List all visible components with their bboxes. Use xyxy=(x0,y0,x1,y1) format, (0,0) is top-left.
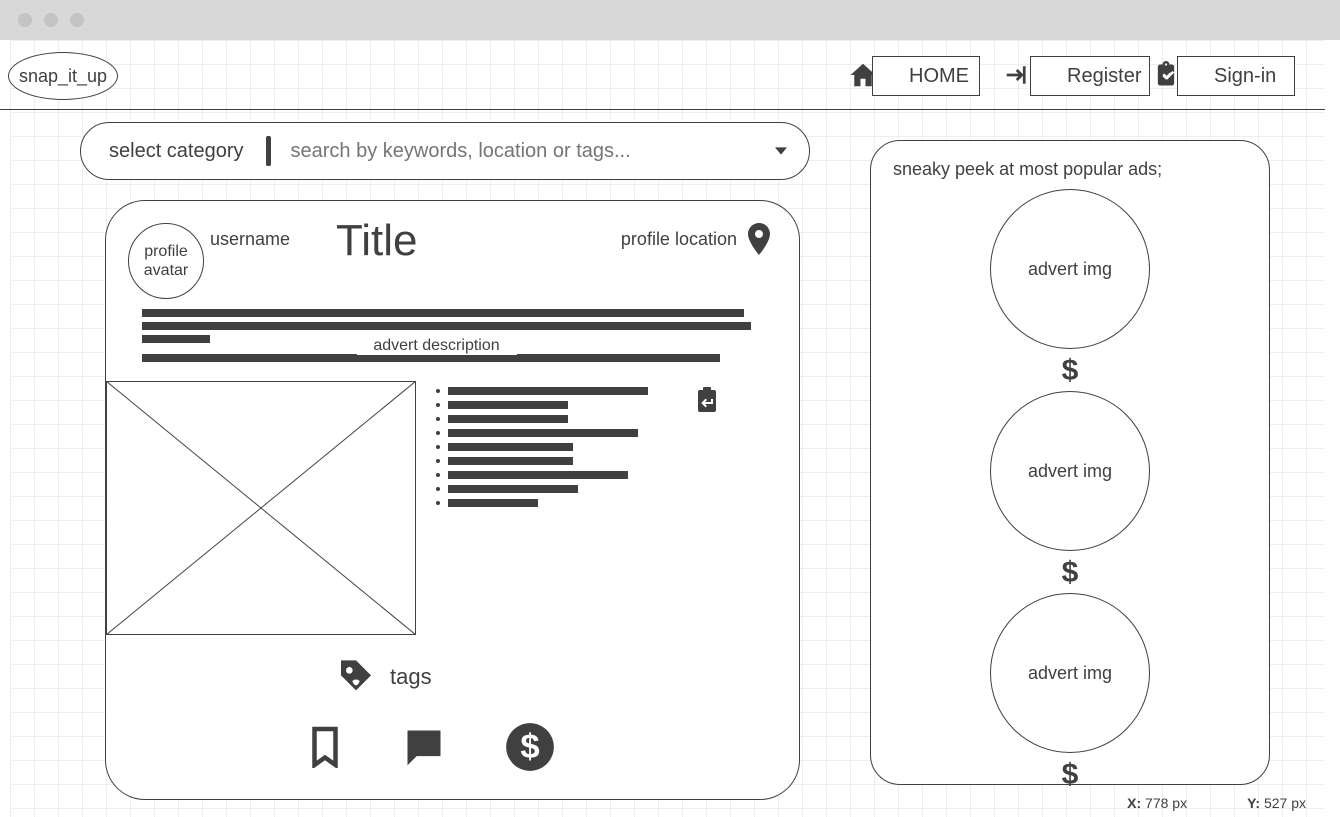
advert-image-circle: advert img xyxy=(990,189,1150,349)
description-label: advert description xyxy=(357,337,517,355)
search-input[interactable] xyxy=(291,140,809,163)
logo[interactable]: snap_it_up xyxy=(8,52,118,100)
popular-ad-item[interactable]: advert img $ xyxy=(871,593,1269,789)
bookmark-icon[interactable] xyxy=(306,726,344,768)
profile-avatar[interactable]: profile avatar xyxy=(128,223,204,299)
register-label: Register xyxy=(1067,65,1141,88)
window-dot xyxy=(70,13,84,27)
profile-location-label: profile location xyxy=(621,229,737,250)
svg-text:$: $ xyxy=(1062,557,1079,587)
y-value: 527 px xyxy=(1264,795,1306,811)
advert-image-circle: advert img xyxy=(990,593,1150,753)
sidebar-title: sneaky peek at most popular ads; xyxy=(893,159,1162,180)
logo-text: snap_it_up xyxy=(19,66,107,87)
dollar-circle-icon[interactable]: $ xyxy=(504,721,556,773)
popular-ads-sidebar: sneaky peek at most popular ads; advert … xyxy=(870,140,1270,785)
tags-label: tags xyxy=(390,664,432,690)
home-button[interactable]: HOME xyxy=(872,56,980,96)
clipboard-return-icon[interactable] xyxy=(695,387,719,413)
advert-img-label: advert img xyxy=(1028,663,1112,684)
tag-icon xyxy=(336,657,376,697)
location-pin-icon xyxy=(747,223,771,255)
popular-ad-item[interactable]: advert img $ xyxy=(871,391,1269,587)
x-label: X: xyxy=(1127,795,1141,811)
chevron-down-icon[interactable] xyxy=(775,145,787,157)
window-dot xyxy=(44,13,58,27)
advert-actions: $ xyxy=(306,721,556,773)
search-separator xyxy=(266,136,271,166)
window-dot xyxy=(18,13,32,27)
signin-label: Sign-in xyxy=(1214,65,1276,88)
avatar-label: profile avatar xyxy=(129,242,203,280)
dollar-icon: $ xyxy=(1059,557,1081,587)
category-select[interactable]: select category xyxy=(81,140,266,163)
username-label: username xyxy=(210,229,290,250)
window-titlebar xyxy=(0,0,1340,40)
tags-row[interactable]: tags xyxy=(336,657,432,697)
dollar-icon: $ xyxy=(1059,759,1081,789)
top-nav: snap_it_up HOME Register Sign-in xyxy=(0,40,1325,110)
svg-text:$: $ xyxy=(1062,355,1079,385)
dollar-icon: $ xyxy=(1059,355,1081,385)
search-bar[interactable]: select category xyxy=(80,122,810,180)
advert-img-label: advert img xyxy=(1028,259,1112,280)
svg-text:$: $ xyxy=(520,728,539,766)
y-label: Y: xyxy=(1247,795,1260,811)
popular-ad-item[interactable]: advert img $ xyxy=(871,189,1269,385)
home-label: HOME xyxy=(909,65,969,88)
advert-img-label: advert img xyxy=(1028,461,1112,482)
advert-details-list xyxy=(436,387,686,513)
advert-card: profile avatar username Title profile lo… xyxy=(105,200,800,800)
register-button[interactable]: Register xyxy=(1030,56,1150,96)
svg-text:$: $ xyxy=(1062,759,1079,789)
advert-image-circle: advert img xyxy=(990,391,1150,551)
chat-icon[interactable] xyxy=(402,725,446,769)
signin-button[interactable]: Sign-in xyxy=(1177,56,1295,96)
canvas-coordinates: X: 778 px Y: 527 px xyxy=(1127,795,1306,811)
x-value: 778 px xyxy=(1145,795,1187,811)
advert-image-placeholder xyxy=(106,381,416,635)
advert-description: advert description xyxy=(142,309,763,367)
advert-title: Title xyxy=(336,216,418,266)
